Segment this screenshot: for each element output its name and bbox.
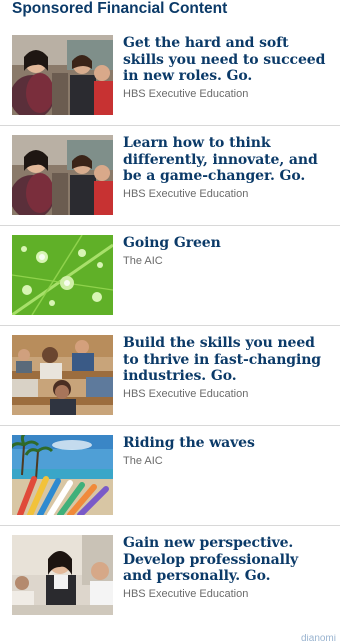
- sponsored-item-source: HBS Executive Education: [123, 87, 249, 100]
- sponsored-item[interactable]: Build the skills you need to thrive in f…: [0, 326, 340, 426]
- sponsored-item-source: HBS Executive Education: [123, 387, 249, 400]
- sponsored-item-title[interactable]: Going Green: [123, 235, 328, 252]
- sponsored-item-title[interactable]: Build the skills you need to thrive in f…: [123, 335, 328, 385]
- sponsored-item-title[interactable]: Learn how to think differently, innovate…: [123, 135, 328, 185]
- seminar-participants-thumbnail[interactable]: [12, 535, 113, 615]
- sponsored-item-text: Learn how to think differently, innovate…: [123, 135, 328, 201]
- sponsored-item-source: The AIC: [123, 254, 163, 267]
- surfboards-beach-thumbnail[interactable]: [12, 435, 113, 515]
- sponsored-list: Get the hard and soft skills you need to…: [0, 26, 340, 626]
- classroom-people-thumbnail[interactable]: [12, 35, 113, 115]
- sponsored-item[interactable]: Gain new perspective. Develop profession…: [0, 526, 340, 626]
- sponsored-item[interactable]: Get the hard and soft skills you need to…: [0, 26, 340, 126]
- sponsored-item-text: Gain new perspective. Develop profession…: [123, 535, 328, 601]
- sponsored-item-source: HBS Executive Education: [123, 187, 249, 200]
- sponsored-item-title[interactable]: Gain new perspective. Develop profession…: [123, 535, 328, 585]
- sponsored-item[interactable]: Going Green The AIC: [0, 226, 340, 326]
- sponsored-item-text: Get the hard and soft skills you need to…: [123, 35, 328, 101]
- sponsored-content-heading: Sponsored Financial Content: [12, 0, 228, 17]
- green-leaf-thumbnail[interactable]: [12, 235, 113, 315]
- sponsored-item-title[interactable]: Riding the waves: [123, 435, 328, 452]
- classroom-people-thumbnail[interactable]: [12, 135, 113, 215]
- sponsored-item-text: Going Green The AIC: [123, 235, 328, 268]
- sponsored-item-title[interactable]: Get the hard and soft skills you need to…: [123, 35, 328, 85]
- sponsored-item-source: The AIC: [123, 454, 163, 467]
- lecture-hall-thumbnail[interactable]: [12, 335, 113, 415]
- sponsored-item-text: Build the skills you need to thrive in f…: [123, 335, 328, 401]
- sponsored-item-source: HBS Executive Education: [123, 587, 249, 600]
- sponsored-item[interactable]: Learn how to think differently, innovate…: [0, 126, 340, 226]
- dianomi-logo[interactable]: dianomi: [301, 634, 336, 641]
- sponsored-item-text: Riding the waves The AIC: [123, 435, 328, 468]
- sponsored-item[interactable]: Riding the waves The AIC: [0, 426, 340, 526]
